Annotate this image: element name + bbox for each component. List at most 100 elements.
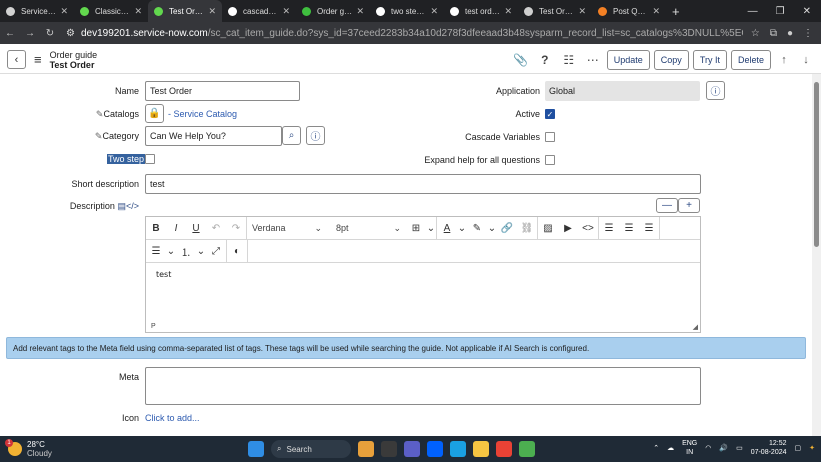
- close-tab-icon[interactable]: ✕: [208, 6, 216, 17]
- underline-icon[interactable]: U: [186, 223, 206, 234]
- browser-tab[interactable]: Classic | Unif ✕: [74, 0, 148, 22]
- close-window-icon[interactable]: ✕: [803, 6, 811, 17]
- cascade-variables-checkbox[interactable]: [545, 132, 555, 142]
- copilot-icon[interactable]: ✦: [809, 444, 815, 453]
- browser-tab[interactable]: Test Order - ✕: [518, 0, 592, 22]
- clock[interactable]: 12:52 07-08-2024: [751, 439, 787, 457]
- bookmark-star-icon[interactable]: ☆: [751, 28, 760, 39]
- onedrive-icon[interactable]: ☁: [667, 444, 674, 453]
- attachment-icon[interactable]: 📎: [511, 53, 531, 67]
- previous-record-icon[interactable]: ↑: [775, 54, 793, 66]
- language-indicator[interactable]: ENG IN: [682, 439, 697, 457]
- chrome-canary-icon[interactable]: [519, 441, 535, 457]
- try-it-button[interactable]: Try It: [692, 49, 727, 70]
- search-icon[interactable]: ⌕: [282, 126, 301, 145]
- close-tab-icon[interactable]: ✕: [356, 6, 364, 17]
- italic-icon[interactable]: I: [166, 223, 186, 234]
- browser-tab[interactable]: Post Questio ✕: [592, 0, 666, 22]
- unlink-icon[interactable]: ⛓: [517, 223, 537, 234]
- forward-arrow-icon[interactable]: →: [20, 28, 40, 39]
- browser-menu-icon[interactable]: ⋮: [803, 28, 813, 39]
- icon-add-link[interactable]: Click to add...: [145, 413, 200, 423]
- chevron-down-icon[interactable]: ⌄: [487, 223, 497, 234]
- taskbar-search[interactable]: ⌕ Search: [271, 440, 351, 458]
- lock-icon[interactable]: 🔒: [145, 104, 164, 123]
- settings-sliders-icon[interactable]: ☷: [559, 53, 579, 67]
- align-center-icon[interactable]: ☰: [619, 223, 639, 234]
- align-left-icon[interactable]: ☰: [599, 223, 619, 234]
- info-icon[interactable]: ⓘ: [706, 81, 725, 100]
- widget-app-icon[interactable]: [358, 441, 374, 457]
- weather-widget[interactable]: 1 28°C Cloudy: [5, 439, 52, 458]
- delete-button[interactable]: Delete: [730, 49, 771, 70]
- back-arrow-icon[interactable]: ←: [0, 28, 20, 39]
- notification-center-icon[interactable]: ▢: [795, 444, 802, 453]
- bold-icon[interactable]: B: [146, 223, 166, 234]
- short-description-input[interactable]: test: [145, 174, 701, 194]
- expand-help-checkbox[interactable]: [545, 155, 555, 165]
- meta-textarea[interactable]: [145, 367, 701, 405]
- description-field-icon[interactable]: ▤: [117, 201, 126, 211]
- fullscreen-icon[interactable]: ⤢: [206, 246, 226, 257]
- expand-editor-button[interactable]: +: [678, 198, 700, 213]
- back-button[interactable]: ‹: [7, 50, 26, 69]
- copy-button[interactable]: Copy: [653, 49, 689, 70]
- chevron-down-icon[interactable]: ⌄: [166, 246, 176, 257]
- volume-icon[interactable]: 🔊: [719, 444, 728, 453]
- site-info-icon[interactable]: ⚙: [66, 28, 75, 39]
- code-icon[interactable]: <>: [578, 223, 598, 234]
- new-tab-button[interactable]: +: [672, 4, 680, 19]
- scrollbar-thumb[interactable]: [814, 82, 819, 247]
- image-icon[interactable]: ▨: [538, 223, 558, 234]
- restore-icon[interactable]: ❐: [776, 6, 785, 17]
- rich-text-editor[interactable]: B I U ↶ ↷ Verdana ⌄ 8pt ⌄ ⊞ ⌄ A ⌄ ✎ ⌄ 🔗 ⛓ …: [145, 216, 701, 333]
- close-tab-icon[interactable]: ✕: [60, 6, 68, 17]
- active-checkbox[interactable]: ✓: [545, 109, 555, 119]
- catalogs-value-link[interactable]: - Service Catalog: [168, 109, 237, 119]
- redo-icon[interactable]: ↷: [226, 223, 246, 234]
- browser-tab[interactable]: ServiceNow S ✕: [0, 0, 74, 22]
- info-icon[interactable]: ⓘ: [306, 126, 325, 145]
- close-tab-icon[interactable]: ✕: [652, 6, 660, 17]
- highlight-color-icon[interactable]: ✎: [467, 223, 487, 234]
- chevron-down-icon[interactable]: ⌄: [426, 223, 436, 234]
- resize-handle-icon[interactable]: ◢: [693, 323, 698, 331]
- editor-content[interactable]: test: [156, 270, 171, 279]
- category-input[interactable]: Can We Help You?: [145, 126, 282, 146]
- undo-icon[interactable]: ↶: [206, 223, 226, 234]
- url-field[interactable]: ⚙ dev199201.service-now.com /sc_cat_item…: [66, 28, 743, 39]
- numbered-list-icon[interactable]: ⒈: [176, 244, 196, 259]
- close-tab-icon[interactable]: ✕: [504, 6, 512, 17]
- chevron-down-icon[interactable]: ⌄: [196, 246, 206, 257]
- close-tab-icon[interactable]: ✕: [282, 6, 290, 17]
- edge-icon[interactable]: [450, 441, 466, 457]
- extensions-icon[interactable]: ⧉: [770, 28, 777, 39]
- task-view-icon[interactable]: [381, 441, 397, 457]
- close-tab-icon[interactable]: ✕: [134, 6, 142, 17]
- browser-tab[interactable]: test order Se ✕: [444, 0, 518, 22]
- media-icon[interactable]: ▶: [558, 223, 578, 234]
- bullet-list-icon[interactable]: ☰: [146, 246, 166, 257]
- link-icon[interactable]: 🔗: [497, 223, 517, 234]
- browser-tab[interactable]: two step in o ✕: [370, 0, 444, 22]
- profile-avatar[interactable]: ●: [787, 28, 793, 39]
- update-button[interactable]: Update: [606, 49, 650, 70]
- help-icon[interactable]: ?: [535, 53, 555, 67]
- collapse-editor-button[interactable]: —: [656, 198, 678, 213]
- text-color-icon[interactable]: A: [437, 223, 457, 234]
- contrast-icon[interactable]: ◐: [227, 246, 247, 257]
- battery-icon[interactable]: ▭: [736, 444, 743, 453]
- dropbox-icon[interactable]: [427, 441, 443, 457]
- font-family-select[interactable]: Verdana ⌄: [247, 223, 327, 234]
- align-right-icon[interactable]: ☰: [639, 223, 659, 234]
- html-source-icon[interactable]: </>: [126, 201, 139, 211]
- two-step-checkbox[interactable]: [145, 154, 155, 164]
- context-menu-icon[interactable]: ≡: [34, 52, 42, 67]
- font-size-select[interactable]: 8pt ⌄: [331, 223, 406, 234]
- close-tab-icon[interactable]: ✕: [430, 6, 438, 17]
- close-tab-icon[interactable]: ✕: [578, 6, 586, 17]
- name-input[interactable]: Test Order: [145, 81, 300, 101]
- chrome-icon[interactable]: [496, 441, 512, 457]
- next-record-icon[interactable]: ↓: [797, 54, 815, 66]
- minimize-icon[interactable]: —: [748, 6, 758, 17]
